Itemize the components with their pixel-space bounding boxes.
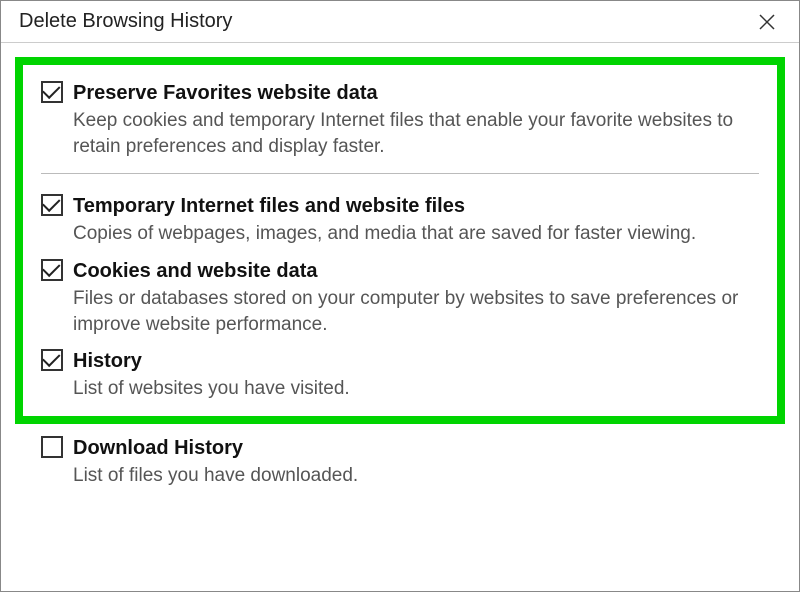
- dialog-content: Preserve Favorites website data Keep coo…: [1, 43, 799, 488]
- option-desc: List of websites you have visited.: [73, 376, 759, 402]
- window-title: Delete Browsing History: [19, 10, 232, 33]
- option-label: Temporary Internet files and website fil…: [73, 194, 759, 219]
- option-label: Preserve Favorites website data: [73, 81, 759, 106]
- option-desc: Copies of webpages, images, and media th…: [73, 221, 759, 247]
- option-preserve-favorites: Preserve Favorites website data Keep coo…: [41, 81, 759, 159]
- option-label: History: [73, 349, 759, 374]
- dialog-window: Delete Browsing History Preserve Favorit…: [0, 0, 800, 592]
- close-icon: [759, 14, 775, 30]
- option-label: Cookies and website data: [73, 259, 759, 284]
- option-desc: Keep cookies and temporary Internet file…: [73, 108, 759, 159]
- option-desc: Files or databases stored on your comput…: [73, 286, 759, 337]
- option-download-history-wrap: Download History List of files you have …: [15, 436, 785, 489]
- highlighted-options-group: Preserve Favorites website data Keep coo…: [15, 57, 785, 424]
- checkbox-preserve-favorites[interactable]: [41, 81, 63, 103]
- option-cookies: Cookies and website data Files or databa…: [41, 259, 759, 337]
- checkbox-temp-files[interactable]: [41, 194, 63, 216]
- checkbox-cookies[interactable]: [41, 259, 63, 281]
- option-text: Cookies and website data Files or databa…: [73, 259, 759, 337]
- option-text: History List of websites you have visite…: [73, 349, 759, 402]
- close-button[interactable]: [747, 7, 787, 37]
- option-temp-files: Temporary Internet files and website fil…: [41, 194, 759, 247]
- option-download-history: Download History List of files you have …: [41, 436, 767, 489]
- titlebar: Delete Browsing History: [1, 1, 799, 43]
- option-text: Temporary Internet files and website fil…: [73, 194, 759, 247]
- option-text: Preserve Favorites website data Keep coo…: [73, 81, 759, 159]
- option-history: History List of websites you have visite…: [41, 349, 759, 402]
- divider: [41, 173, 759, 174]
- checkbox-history[interactable]: [41, 349, 63, 371]
- option-label: Download History: [73, 436, 767, 461]
- option-desc: List of files you have downloaded.: [73, 463, 767, 489]
- option-text: Download History List of files you have …: [73, 436, 767, 489]
- checkbox-download-history[interactable]: [41, 436, 63, 458]
